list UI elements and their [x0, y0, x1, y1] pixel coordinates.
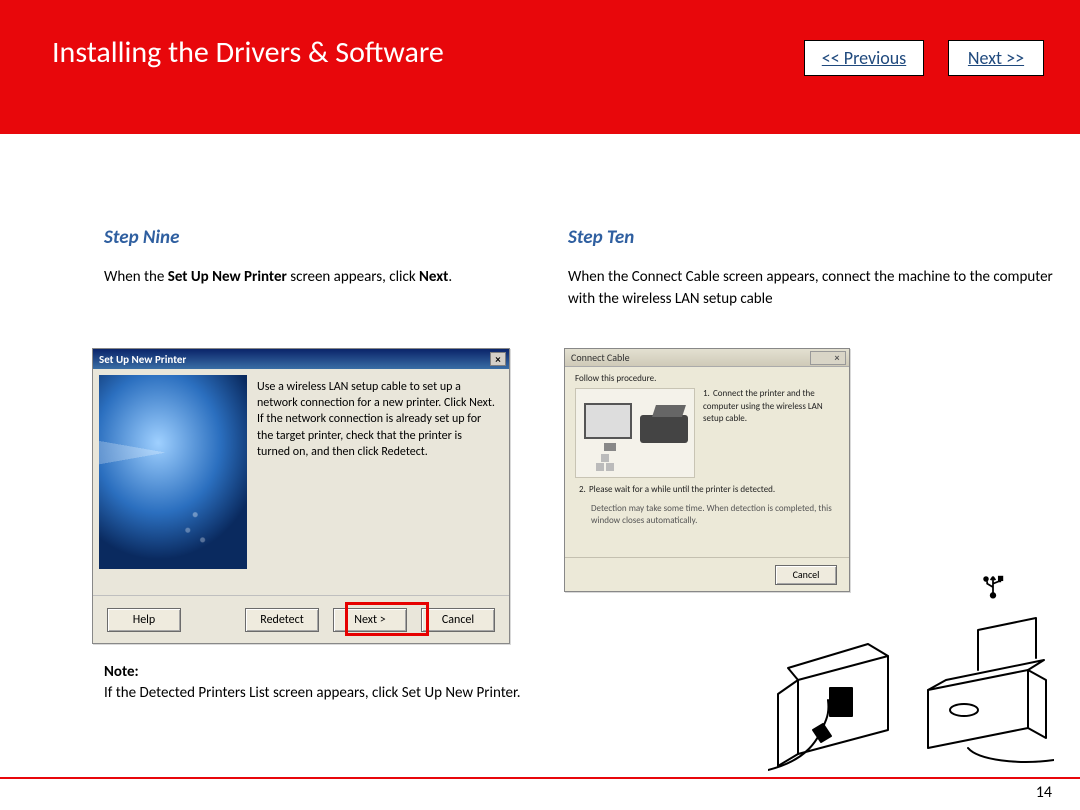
dialog-instruction-text: Use a wireless LAN setup cable to set up…: [247, 375, 499, 597]
help-button[interactable]: Help: [107, 608, 181, 632]
txt: screen appears, click: [287, 268, 419, 286]
dialog2-step1: 1.Connect the printer and the computer u…: [703, 388, 839, 478]
step-ten-column: Step Ten When the Connect Cable screen a…: [568, 226, 1058, 311]
next-button-dialog[interactable]: Next >: [333, 608, 407, 632]
page-number: 14: [1036, 783, 1052, 802]
connect-cable-dialog: Connect Cable × Follow this procedure. 1…: [564, 348, 850, 592]
txt-bold: Next: [419, 268, 448, 286]
label: Cancel: [442, 613, 474, 627]
dialog2-body: Follow this procedure. 1.Connect the pri…: [565, 367, 849, 534]
txt-bold: Set Up New Printer: [168, 268, 287, 286]
step-nine-text: When the Set Up New Printer screen appea…: [104, 267, 544, 289]
dialog2-titlebar: Connect Cable ×: [565, 349, 849, 367]
setup-new-printer-dialog: Set Up New Printer × Use a wireless LAN …: [92, 348, 510, 644]
dialog2-step2: 2.Please wait for a while until the prin…: [579, 484, 839, 528]
close-icon[interactable]: ×: [810, 351, 846, 365]
printer-lineart: [768, 560, 1054, 780]
note-label: Note:: [104, 663, 139, 681]
previous-label: << Previous: [822, 47, 906, 69]
next-label: Next >>: [968, 47, 1024, 69]
step-nine-heading: Step Nine: [104, 226, 544, 249]
redetect-button[interactable]: Redetect: [245, 608, 319, 632]
txt: Please wait for a while until the printe…: [589, 484, 775, 495]
step-ten-text: When the Connect Cable screen appears, c…: [568, 267, 1058, 311]
label: Redetect: [260, 613, 303, 627]
note-text: If the Detected Printers List screen app…: [104, 684, 521, 702]
dialog2-title: Connect Cable: [571, 351, 630, 364]
page-title: Installing the Drivers & Software: [38, 34, 444, 71]
note-block: Note: If the Detected Printers List scre…: [104, 662, 524, 704]
label: Next >: [354, 613, 385, 627]
cancel-button[interactable]: Cancel: [421, 608, 495, 632]
label: Help: [133, 613, 156, 627]
step-nine-column: Step Nine When the Set Up New Printer sc…: [104, 226, 544, 289]
dialog2-step2-sub: Detection may take some time. When detec…: [591, 503, 839, 528]
dialog2-lead: Follow this procedure.: [575, 373, 839, 384]
txt: .: [448, 268, 452, 286]
dialog-body: Use a wireless LAN setup cable to set up…: [93, 369, 509, 597]
dialog-title: Set Up New Printer: [99, 353, 186, 366]
footer-divider: [0, 777, 1080, 779]
usb-icon: [978, 572, 1008, 605]
wizard-graphic: [99, 375, 247, 569]
header-band: Installing the Drivers & Software << Pre…: [0, 0, 1080, 134]
title-strip: Installing the Drivers & Software: [38, 28, 568, 76]
printer-svg: [768, 560, 1054, 780]
dialog-button-row: Help Redetect Next > Cancel: [93, 595, 509, 643]
next-button[interactable]: Next >>: [948, 40, 1044, 76]
dialog-titlebar: Set Up New Printer ×: [93, 349, 509, 369]
txt: Connect the printer and the computer usi…: [703, 388, 823, 424]
step-ten-heading: Step Ten: [568, 226, 1058, 249]
txt: When the: [104, 268, 168, 286]
close-icon[interactable]: ×: [490, 352, 506, 366]
connect-cable-graphic: [575, 388, 695, 478]
previous-button[interactable]: << Previous: [804, 40, 924, 76]
